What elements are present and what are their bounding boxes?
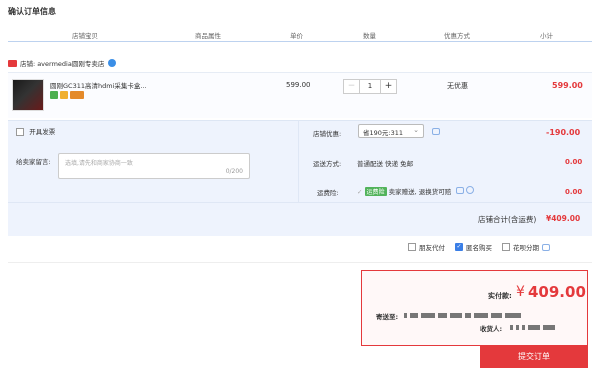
address-redacted bbox=[404, 311, 580, 319]
col-attributes: 商品属性 bbox=[195, 32, 221, 40]
insurance-chat-icon[interactable] bbox=[456, 187, 465, 194]
message-label: 给卖家留言: bbox=[16, 158, 51, 166]
insurance-badge: 运费险 bbox=[364, 187, 387, 196]
shop-discount-value: 省190元:311 bbox=[363, 129, 404, 137]
invoice-option[interactable]: 开具发票 bbox=[16, 126, 55, 136]
col-subtotal: 小计 bbox=[540, 32, 553, 40]
anonymous-option[interactable]: ✓ 匿名购买 bbox=[455, 242, 492, 252]
product-name[interactable]: 圆刚GC311高清hdmi采集卡盒... bbox=[50, 80, 147, 90]
tmall-icon bbox=[8, 59, 17, 67]
service-tags bbox=[50, 91, 84, 99]
discount-chat-icon[interactable] bbox=[432, 128, 440, 137]
pay-amount: 409.00 bbox=[528, 283, 586, 301]
receiver-label: 收货人: bbox=[480, 325, 503, 333]
divider bbox=[8, 262, 592, 263]
submit-order-button[interactable]: 提交订单 bbox=[480, 346, 588, 368]
shop-total-value: ¥409.00 bbox=[546, 214, 581, 223]
message-input[interactable]: 选填,请先和商家协商一致 0/200 bbox=[58, 153, 250, 179]
extra-options: 朋友代付 ✓ 匿名购买 花呗分期 bbox=[408, 242, 550, 252]
order-summary: 实付款: ¥ 409.00 寄送至: 收货人: bbox=[361, 270, 588, 346]
chevron-down-icon: ⌄ bbox=[413, 126, 419, 134]
shop-discount-amount: -190.00 bbox=[546, 128, 581, 137]
item-subtotal: 599.00 bbox=[552, 81, 583, 90]
page-title: 确认订单信息 bbox=[8, 7, 56, 16]
pay-label: 实付款: bbox=[488, 292, 512, 300]
increase-button[interactable]: + bbox=[380, 80, 396, 93]
options-divider bbox=[298, 120, 299, 202]
ship-to-label: 寄送至: bbox=[376, 313, 399, 321]
huabei-option[interactable]: 花呗分期 bbox=[502, 242, 550, 252]
item-price: 599.00 bbox=[286, 81, 311, 89]
col-discount: 优惠方式 bbox=[444, 32, 470, 40]
invoice-checkbox[interactable] bbox=[16, 128, 24, 136]
invoice-label: 开具发票 bbox=[29, 128, 56, 136]
shop-discount-select[interactable]: 省190元:311 ⌄ bbox=[358, 124, 424, 138]
insurance-row: ✓ 运费险 卖家赠送, 退换货可赔 bbox=[357, 186, 475, 196]
shop-total-label: 店铺合计(含运费) bbox=[478, 215, 537, 224]
shop-discount-label: 店铺优惠: bbox=[313, 130, 342, 138]
message-char-count: 0/200 bbox=[225, 168, 243, 175]
quantity-input[interactable]: 1 bbox=[360, 80, 380, 93]
delivery-value: 普通配送 快递 免邮 bbox=[357, 160, 414, 168]
insurance-amount: 0.00 bbox=[565, 188, 583, 196]
insurance-text: 卖家赠送, 退换货可赔 bbox=[388, 188, 452, 196]
friend-pay-option[interactable]: 朋友代付 bbox=[408, 242, 445, 252]
delivery-amount: 0.00 bbox=[565, 158, 583, 166]
friend-pay-checkbox[interactable] bbox=[408, 243, 416, 251]
wangwang-chat-icon[interactable] bbox=[108, 59, 117, 67]
item-discount: 无优惠 bbox=[447, 82, 468, 90]
huabei-chat-icon[interactable] bbox=[542, 243, 550, 251]
seven-day-return-icon[interactable] bbox=[50, 91, 58, 99]
friend-pay-label: 朋友代付 bbox=[419, 244, 445, 252]
message-placeholder: 选填,请先和商家协商一致 bbox=[65, 160, 133, 167]
product-thumbnail[interactable] bbox=[12, 79, 44, 111]
help-icon[interactable] bbox=[466, 186, 475, 194]
insurance-label: 运费险: bbox=[317, 189, 339, 197]
col-quantity: 数量 bbox=[363, 32, 376, 40]
receiver-redacted bbox=[510, 323, 586, 331]
col-shop-item: 店铺宝贝 bbox=[72, 32, 98, 40]
huabei-checkbox[interactable] bbox=[502, 243, 510, 251]
huabei-label: 花呗分期 bbox=[513, 244, 539, 252]
shop-label: 店铺: bbox=[20, 60, 36, 68]
credit-card-icon[interactable] bbox=[70, 91, 84, 99]
decrease-button[interactable]: − bbox=[344, 80, 360, 93]
shop-name[interactable]: avermedia圆刚专卖店 bbox=[37, 58, 104, 68]
order-item-row bbox=[8, 72, 592, 118]
shop-row: 店铺: avermedia圆刚专卖店 bbox=[8, 57, 117, 69]
anonymous-label: 匿名购买 bbox=[466, 244, 492, 252]
quantity-stepper[interactable]: − 1 + bbox=[343, 79, 397, 94]
col-price: 单价 bbox=[290, 32, 303, 40]
currency-symbol: ¥ bbox=[516, 284, 525, 300]
guarantee-icon[interactable] bbox=[60, 91, 68, 99]
check-icon: ✓ bbox=[357, 188, 363, 196]
delivery-label: 运送方式: bbox=[313, 160, 342, 168]
column-header: 店铺宝贝 商品属性 单价 数量 优惠方式 小计 bbox=[8, 28, 592, 42]
anonymous-checkbox[interactable]: ✓ bbox=[455, 243, 463, 251]
